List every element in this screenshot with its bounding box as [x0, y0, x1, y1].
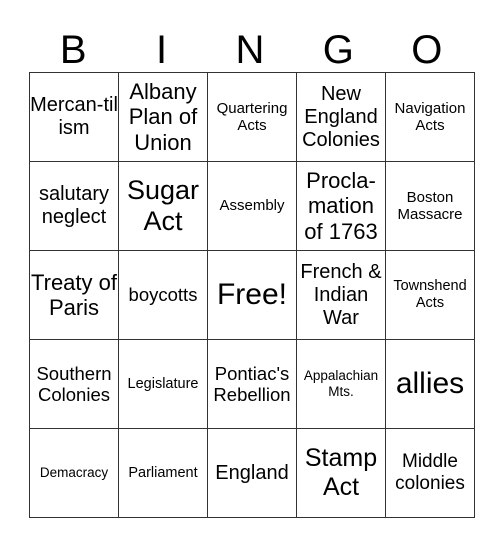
- bingo-cell[interactable]: Pontiac's Rebellion: [207, 339, 297, 429]
- bingo-card: Mercan-tilism Albany Plan of Union Quart…: [29, 72, 475, 518]
- bingo-cell[interactable]: Middle colonies: [385, 428, 475, 518]
- bingo-cell[interactable]: Navigation Acts: [385, 72, 475, 162]
- header-letter-i: I: [156, 28, 168, 72]
- bingo-cell[interactable]: Parliament: [118, 428, 208, 518]
- bingo-cell[interactable]: Quartering Acts: [207, 72, 297, 162]
- bingo-row: Mercan-tilism Albany Plan of Union Quart…: [29, 72, 475, 162]
- bingo-row: Treaty of Paris boycotts Free! French & …: [29, 250, 475, 340]
- bingo-cell[interactable]: allies: [385, 339, 475, 429]
- bingo-cell[interactable]: Treaty of Paris: [29, 250, 119, 340]
- bingo-cell[interactable]: England: [207, 428, 297, 518]
- free-space-cell[interactable]: Free!: [207, 250, 297, 340]
- bingo-cell[interactable]: New England Colonies: [296, 72, 386, 162]
- bingo-cell[interactable]: Procla-mation of 1763: [296, 161, 386, 251]
- bingo-cell[interactable]: Mercan-tilism: [29, 72, 119, 162]
- bingo-cell[interactable]: Demacracy: [29, 428, 119, 518]
- bingo-cell[interactable]: Stamp Act: [296, 428, 386, 518]
- bingo-cell[interactable]: Townshend Acts: [385, 250, 475, 340]
- bingo-cell[interactable]: Appalachian Mts.: [296, 339, 386, 429]
- bingo-cell[interactable]: boycotts: [118, 250, 208, 340]
- header-letter-b: B: [59, 28, 87, 72]
- bingo-row: Southern Colonies Legislature Pontiac's …: [29, 339, 475, 429]
- bingo-cell[interactable]: Assembly: [207, 161, 297, 251]
- bingo-cell[interactable]: Southern Colonies: [29, 339, 119, 429]
- bingo-cell[interactable]: Boston Massacre: [385, 161, 475, 251]
- bingo-cell[interactable]: French & Indian War: [296, 250, 386, 340]
- bingo-cell[interactable]: Sugar Act: [118, 161, 208, 251]
- bingo-header: B I N G O: [29, 28, 471, 72]
- bingo-cell[interactable]: Albany Plan of Union: [118, 72, 208, 162]
- header-letter-g: G: [322, 28, 354, 72]
- bingo-cell[interactable]: salutary neglect: [29, 161, 119, 251]
- bingo-cell[interactable]: Legislature: [118, 339, 208, 429]
- bingo-row: salutary neglect Sugar Act Assembly Proc…: [29, 161, 475, 251]
- bingo-row: Demacracy Parliament England Stamp Act M…: [29, 428, 475, 518]
- header-letter-o: O: [411, 28, 443, 72]
- header-letter-n: N: [235, 28, 265, 72]
